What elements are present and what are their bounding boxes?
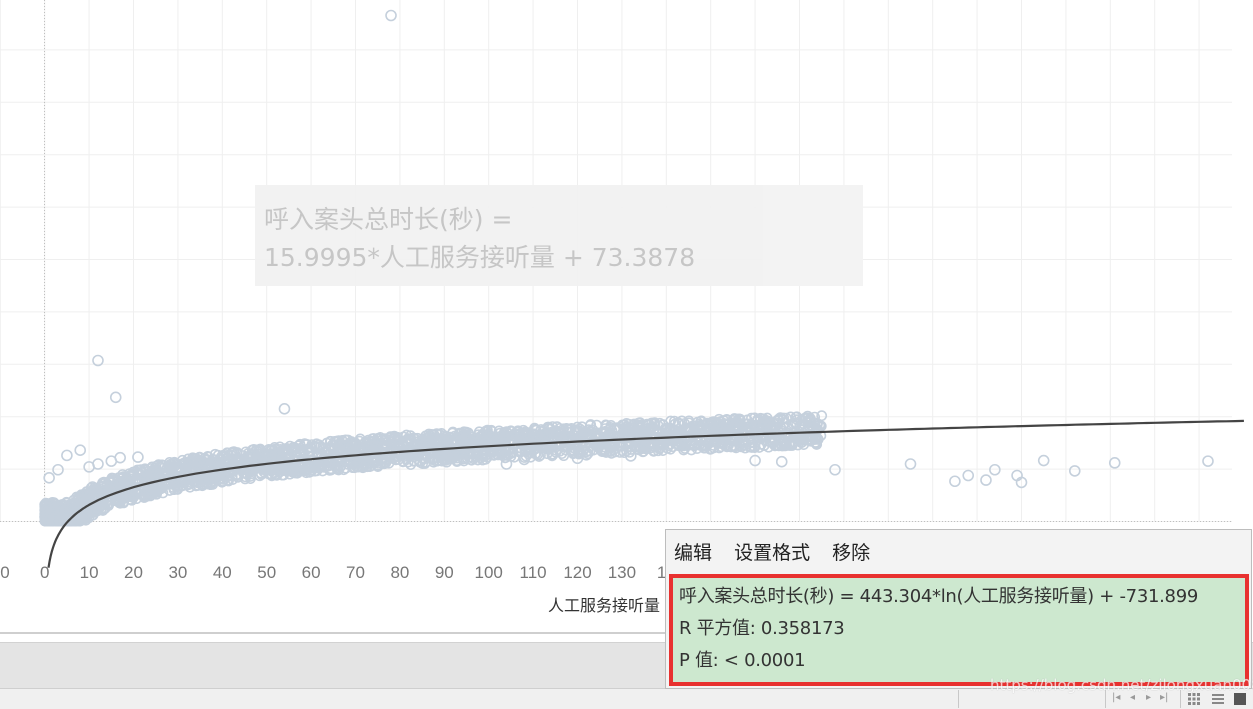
grid-view-icon[interactable] bbox=[1188, 693, 1200, 705]
scatter-point bbox=[829, 463, 841, 476]
scatter-point bbox=[989, 463, 1001, 476]
x-tick-label: 10 bbox=[80, 563, 99, 582]
scatter-point bbox=[980, 474, 992, 486]
scatter-point bbox=[1108, 457, 1121, 469]
scatter-point bbox=[1037, 454, 1050, 467]
scatter-point bbox=[1068, 465, 1081, 477]
scatter-point bbox=[105, 455, 118, 467]
scatter-point bbox=[61, 449, 73, 462]
scatter-point bbox=[962, 469, 975, 482]
scatter-point bbox=[904, 458, 917, 470]
scatter-point bbox=[775, 455, 788, 468]
trend-tooltip-formula: 15.9995*人工服务接听量 + 73.3878 bbox=[264, 243, 696, 272]
trend-details-box: 呼入案头总时长(秒) = 443.304*ln(人工服务接听量) + -731.… bbox=[669, 574, 1249, 686]
x-tick-label: 110 bbox=[520, 563, 547, 582]
x-tick-label: 80 bbox=[390, 563, 409, 582]
trend-tooltip-title: 呼入案头总时长(秒) = bbox=[264, 205, 513, 234]
status-divider bbox=[958, 690, 959, 708]
x-tick-label: 50 bbox=[257, 563, 276, 582]
x-tick-label: 30 bbox=[168, 563, 187, 582]
edit-button[interactable]: 编辑 bbox=[674, 542, 712, 564]
scatter-point bbox=[278, 402, 291, 415]
x-tick-label: 10 bbox=[0, 563, 10, 582]
x-tick-label: 0 bbox=[40, 563, 49, 582]
scatter-point bbox=[52, 463, 64, 476]
trend-p-value: P 值: < 0.0001 bbox=[679, 650, 806, 671]
remove-button[interactable]: 移除 bbox=[832, 542, 870, 564]
x-tick-label: 90 bbox=[435, 563, 454, 582]
x-tick-label: 130 bbox=[608, 563, 636, 582]
trendline-context-popup: 编辑 设置格式 移除 呼入案头总时长(秒) = 443.304*ln(人工服务接… bbox=[665, 529, 1252, 689]
scatter-point bbox=[949, 475, 961, 488]
trend-tooltip-linear: 呼入案头总时长(秒) = 15.9995*人工服务接听量 + 73.3878 bbox=[255, 185, 863, 286]
scatter-point bbox=[132, 451, 144, 463]
point-cloud-dense bbox=[39, 410, 828, 527]
x-tick-label: 20 bbox=[124, 563, 143, 582]
x-tick-label: 120 bbox=[563, 563, 591, 582]
list-view-icon[interactable] bbox=[1212, 693, 1224, 705]
watermark: https://blog.csdn.net/zilongxuan008 bbox=[990, 676, 1253, 694]
trend-r-squared: R 平方值: 0.358173 bbox=[679, 618, 845, 639]
x-tick-label: 100 bbox=[475, 563, 503, 582]
scatter-point bbox=[109, 391, 122, 404]
scatter-point bbox=[43, 471, 55, 484]
single-view-icon[interactable] bbox=[1234, 693, 1246, 705]
x-axis-title: 人工服务接听量 bbox=[548, 596, 661, 615]
format-button[interactable]: 设置格式 bbox=[734, 542, 810, 564]
scatter-point bbox=[74, 444, 87, 457]
trend-equation: 呼入案头总时长(秒) = 443.304*ln(人工服务接听量) + -731.… bbox=[679, 586, 1199, 607]
scatter-point bbox=[1202, 455, 1214, 467]
pane-divider bbox=[0, 632, 667, 634]
scatter-point bbox=[385, 9, 397, 22]
context-menu: 编辑 设置格式 移除 bbox=[674, 538, 886, 565]
x-tick-label: 70 bbox=[346, 563, 365, 582]
x-tick-label: 40 bbox=[213, 563, 232, 582]
x-tick-label: 60 bbox=[302, 563, 321, 582]
x-axis-ticks: 10010203040506070809010011012013014 bbox=[0, 563, 676, 582]
